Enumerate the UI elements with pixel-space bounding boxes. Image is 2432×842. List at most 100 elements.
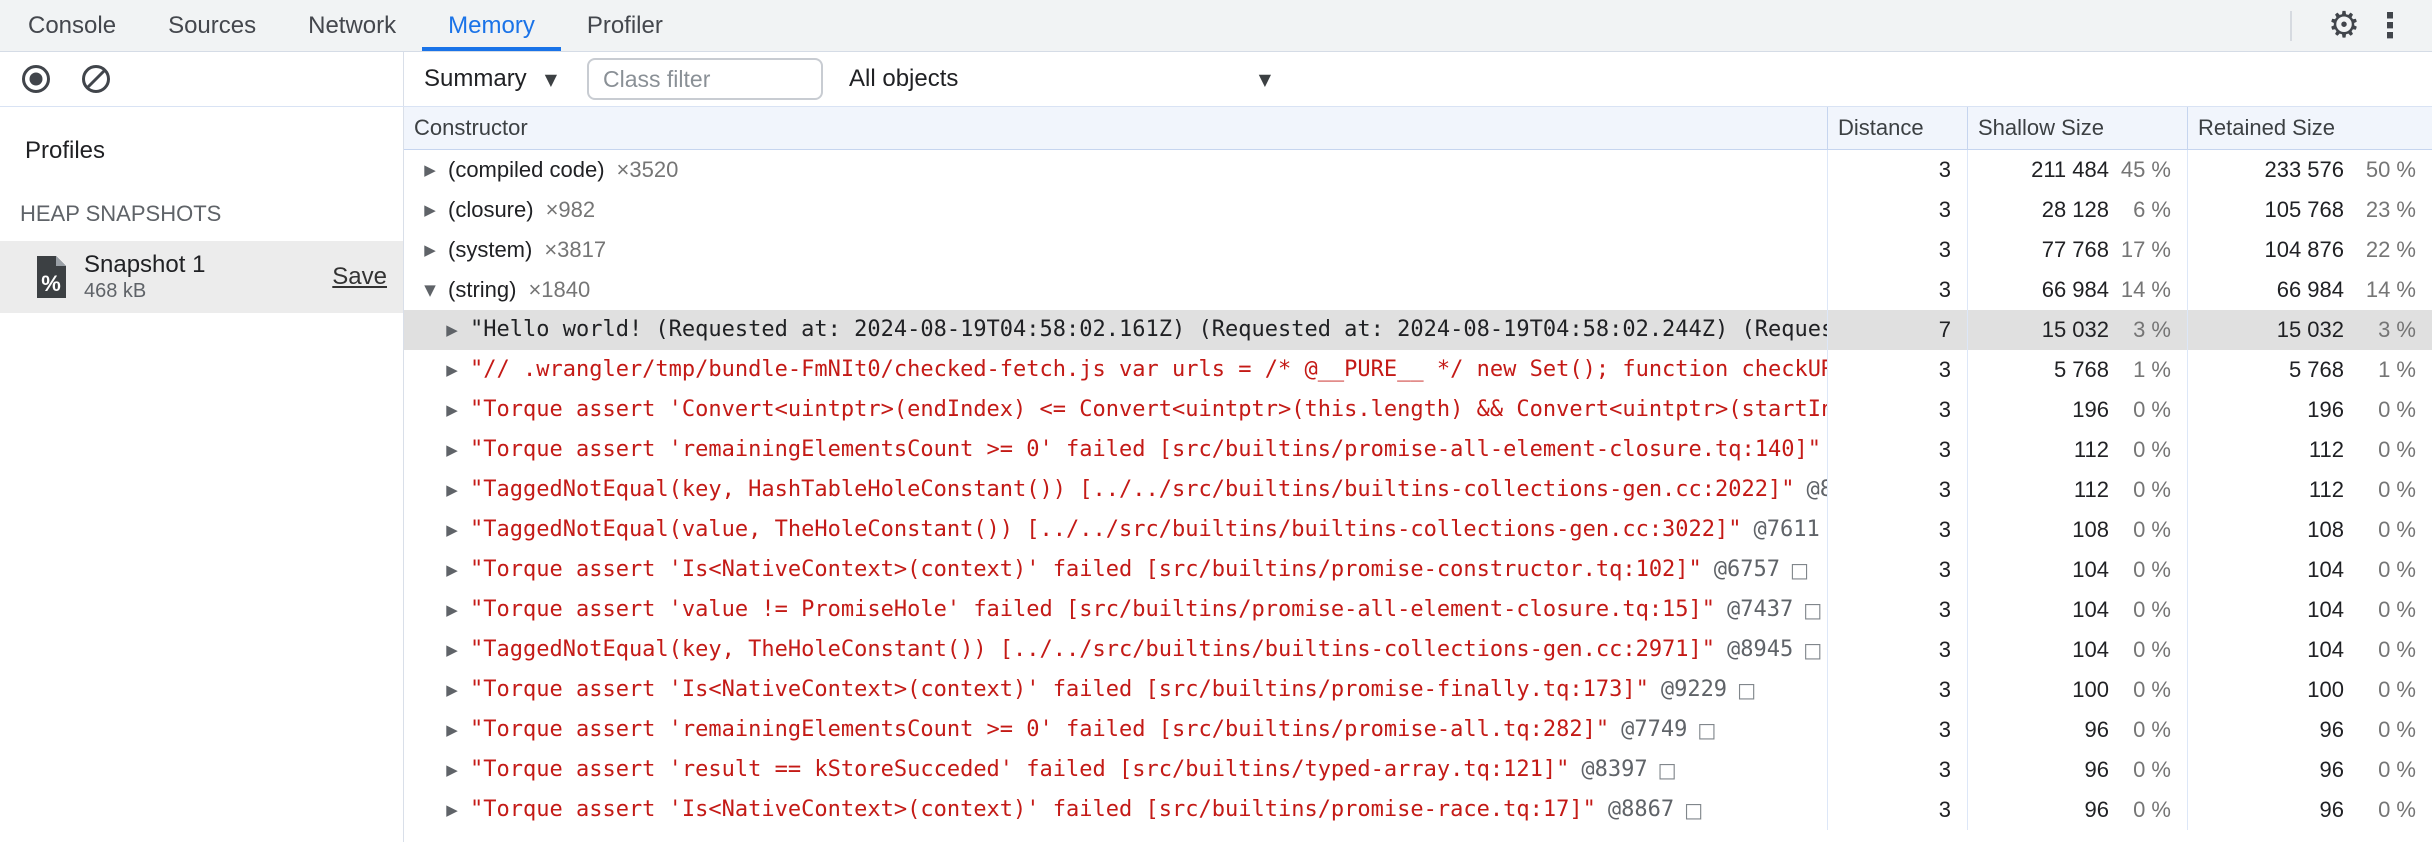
profiles-toolbar bbox=[0, 52, 404, 106]
tree-row[interactable]: ▶ "TaggedNotEqual(key, TheHoleConstant()… bbox=[404, 630, 2432, 670]
clear-profiles-icon[interactable] bbox=[80, 63, 112, 95]
constructor-label: "Torque assert 'result == kStoreSucceded… bbox=[470, 757, 1570, 782]
constructor-cell: ▼ (string) ×1840 bbox=[404, 270, 1828, 310]
shallow-size-percent: 0 % bbox=[2133, 637, 2171, 662]
object-id: @8945 bbox=[1727, 637, 1794, 662]
retained-size-cell: 96 0 % bbox=[2188, 750, 2432, 790]
shallow-size-cell: 112 0 % bbox=[1968, 470, 2188, 510]
tree-row[interactable]: ▶ "// .wrangler/tmp/bundle-FmNIt0/checke… bbox=[404, 350, 2432, 390]
shallow-size-percent: 0 % bbox=[2133, 677, 2171, 702]
expand-arrow-icon[interactable]: ▶ bbox=[440, 390, 464, 430]
tab-sources[interactable]: Sources bbox=[142, 0, 282, 51]
object-scope-select[interactable]: All objects ▼ bbox=[849, 65, 1271, 93]
tree-row[interactable]: ▶ "Torque assert 'Is<NativeContext>(cont… bbox=[404, 670, 2432, 710]
shallow-size-value: 104 bbox=[2072, 557, 2109, 582]
save-snapshot-link[interactable]: Save bbox=[332, 263, 387, 291]
shallow-size-value: 5 768 bbox=[2053, 357, 2109, 382]
tree-row[interactable]: ▼ (string) ×1840 3 66 984 14 % 66 984 14… bbox=[404, 270, 2432, 310]
shallow-size-value: 112 bbox=[2073, 437, 2109, 462]
tree-row[interactable]: ▶ "Torque assert 'result == kStoreSucced… bbox=[404, 750, 2432, 790]
constructor-cell: ▶ (compiled code) ×3520 bbox=[404, 150, 1828, 190]
retained-size-cell: 5 768 1 % bbox=[2188, 350, 2432, 390]
retained-size-value: 96 bbox=[2319, 797, 2344, 822]
tree-row[interactable]: ▶ "Torque assert 'remainingElementsCount… bbox=[404, 430, 2432, 470]
panel-content: Profiles HEAP SNAPSHOTS % Snapshot 1 468… bbox=[0, 107, 2432, 842]
heap-snapshot-grid: Constructor Distance Shallow Size Retain… bbox=[404, 107, 2432, 842]
distance-cell: 7 bbox=[1828, 310, 1968, 350]
tree-row[interactable]: ▶ (system) ×3817 3 77 768 17 % 104 876 2… bbox=[404, 230, 2432, 270]
tree-row[interactable]: ▶ "TaggedNotEqual(key, HashTableHoleCons… bbox=[404, 470, 2432, 510]
expand-arrow-icon[interactable]: ▶ bbox=[440, 430, 464, 470]
column-header-distance[interactable]: Distance bbox=[1828, 107, 1968, 149]
expand-arrow-icon[interactable]: ▶ bbox=[440, 750, 464, 790]
constructor-cell: ▶ "Torque assert 'Is<NativeContext>(cont… bbox=[404, 550, 1828, 590]
constructor-cell: ▶ "Torque assert 'value != PromiseHole' … bbox=[404, 590, 1828, 630]
expand-arrow-icon[interactable]: ▶ bbox=[418, 190, 442, 230]
expand-arrow-icon[interactable]: ▶ bbox=[440, 550, 464, 590]
tree-row[interactable]: ▶ "Torque assert 'Is<NativeContext>(cont… bbox=[404, 550, 2432, 590]
expand-arrow-icon[interactable]: ▶ bbox=[418, 230, 442, 270]
column-header-retained-size[interactable]: Retained Size bbox=[2188, 107, 2432, 149]
column-header-shallow-size[interactable]: Shallow Size bbox=[1968, 107, 2188, 149]
shallow-size-value: 108 bbox=[2072, 517, 2109, 542]
expand-arrow-icon[interactable]: ▶ bbox=[440, 670, 464, 710]
shallow-size-value: 112 bbox=[2073, 477, 2109, 502]
shallow-size-cell: 66 984 14 % bbox=[1968, 270, 2188, 310]
more-menu-icon[interactable]: ⋮ bbox=[2370, 4, 2410, 48]
constructor-cell: ▶ (closure) ×982 bbox=[404, 190, 1828, 230]
tab-memory[interactable]: Memory bbox=[422, 0, 561, 51]
expand-arrow-icon[interactable]: ▶ bbox=[440, 790, 464, 830]
perspective-select[interactable]: Summary ▼ bbox=[424, 65, 557, 93]
expand-arrow-icon[interactable]: ▶ bbox=[440, 590, 464, 630]
shallow-size-cell: 96 0 % bbox=[1968, 750, 2188, 790]
tree-row[interactable]: ▶ (compiled code) ×3520 3 211 484 45 % 2… bbox=[404, 150, 2432, 190]
snapshot-info: Snapshot 1 468 kB bbox=[84, 252, 332, 303]
retained-size-value: 15 032 bbox=[2276, 317, 2344, 342]
sidebar-item-snapshot-1[interactable]: % Snapshot 1 468 kB Save bbox=[0, 241, 403, 313]
shallow-size-percent: 17 % bbox=[2120, 237, 2171, 262]
retained-size-value: 196 bbox=[2307, 397, 2344, 422]
expand-arrow-icon[interactable]: ▶ bbox=[440, 630, 464, 670]
retained-size-cell: 112 0 % bbox=[2188, 470, 2432, 510]
expand-arrow-icon[interactable]: ▶ bbox=[418, 150, 442, 190]
instance-count: ×3817 bbox=[544, 237, 607, 262]
tree-row[interactable]: ▶ "Torque assert 'Is<NativeContext>(cont… bbox=[404, 790, 2432, 830]
toolbar-divider bbox=[2290, 10, 2292, 41]
shallow-size-percent: 0 % bbox=[2133, 757, 2171, 782]
settings-gear-icon[interactable]: ⚙ bbox=[2318, 4, 2370, 48]
expand-arrow-icon[interactable]: ▶ bbox=[440, 310, 464, 350]
expand-arrow-icon[interactable]: ▼ bbox=[418, 270, 442, 310]
constructor-label: "Torque assert 'Is<NativeContext>(contex… bbox=[470, 557, 1702, 582]
tab-profiler[interactable]: Profiler bbox=[561, 0, 689, 51]
expand-arrow-icon[interactable]: ▶ bbox=[440, 470, 464, 510]
tree-row[interactable]: ▶ "Torque assert 'remainingElementsCount… bbox=[404, 710, 2432, 750]
instance-count: ×982 bbox=[545, 197, 596, 222]
expand-arrow-icon[interactable]: ▶ bbox=[440, 510, 464, 550]
retained-size-value: 108 bbox=[2307, 517, 2344, 542]
tree-row[interactable]: ▶ "Torque assert 'Convert<uintptr>(endIn… bbox=[404, 390, 2432, 430]
retained-size-cell: 196 0 % bbox=[2188, 390, 2432, 430]
constructor-cell: ▶ (system) ×3817 bbox=[404, 230, 1828, 270]
class-filter-input[interactable] bbox=[587, 58, 823, 100]
shallow-size-cell: 96 0 % bbox=[1968, 790, 2188, 830]
tree-row[interactable]: ▶ "Hello world! (Requested at: 2024-08-1… bbox=[404, 310, 2432, 350]
record-heap-snapshot-icon[interactable] bbox=[20, 63, 52, 95]
retained-size-percent: 0 % bbox=[2378, 557, 2416, 582]
distance-cell: 3 bbox=[1828, 270, 1968, 310]
tab-network[interactable]: Network bbox=[282, 0, 422, 51]
tree-row[interactable]: ▶ (closure) ×982 3 28 128 6 % 105 768 23… bbox=[404, 190, 2432, 230]
retained-size-percent: 1 % bbox=[2378, 357, 2416, 382]
expand-arrow-icon[interactable]: ▶ bbox=[440, 350, 464, 390]
constructor-cell: ▶ "// .wrangler/tmp/bundle-FmNIt0/checke… bbox=[404, 350, 1828, 390]
shallow-size-cell: 112 0 % bbox=[1968, 430, 2188, 470]
tab-console[interactable]: Console bbox=[2, 0, 142, 51]
retained-size-cell: 96 0 % bbox=[2188, 790, 2432, 830]
shallow-size-percent: 3 % bbox=[2133, 317, 2171, 342]
retained-size-value: 5 768 bbox=[2288, 357, 2344, 382]
expand-arrow-icon[interactable]: ▶ bbox=[440, 710, 464, 750]
object-id: @7749 bbox=[1621, 717, 1688, 742]
retained-size-value: 104 bbox=[2307, 557, 2344, 582]
tree-row[interactable]: ▶ "TaggedNotEqual(value, TheHoleConstant… bbox=[404, 510, 2432, 550]
tree-row[interactable]: ▶ "Torque assert 'value != PromiseHole' … bbox=[404, 590, 2432, 630]
column-header-constructor[interactable]: Constructor bbox=[404, 107, 1828, 149]
